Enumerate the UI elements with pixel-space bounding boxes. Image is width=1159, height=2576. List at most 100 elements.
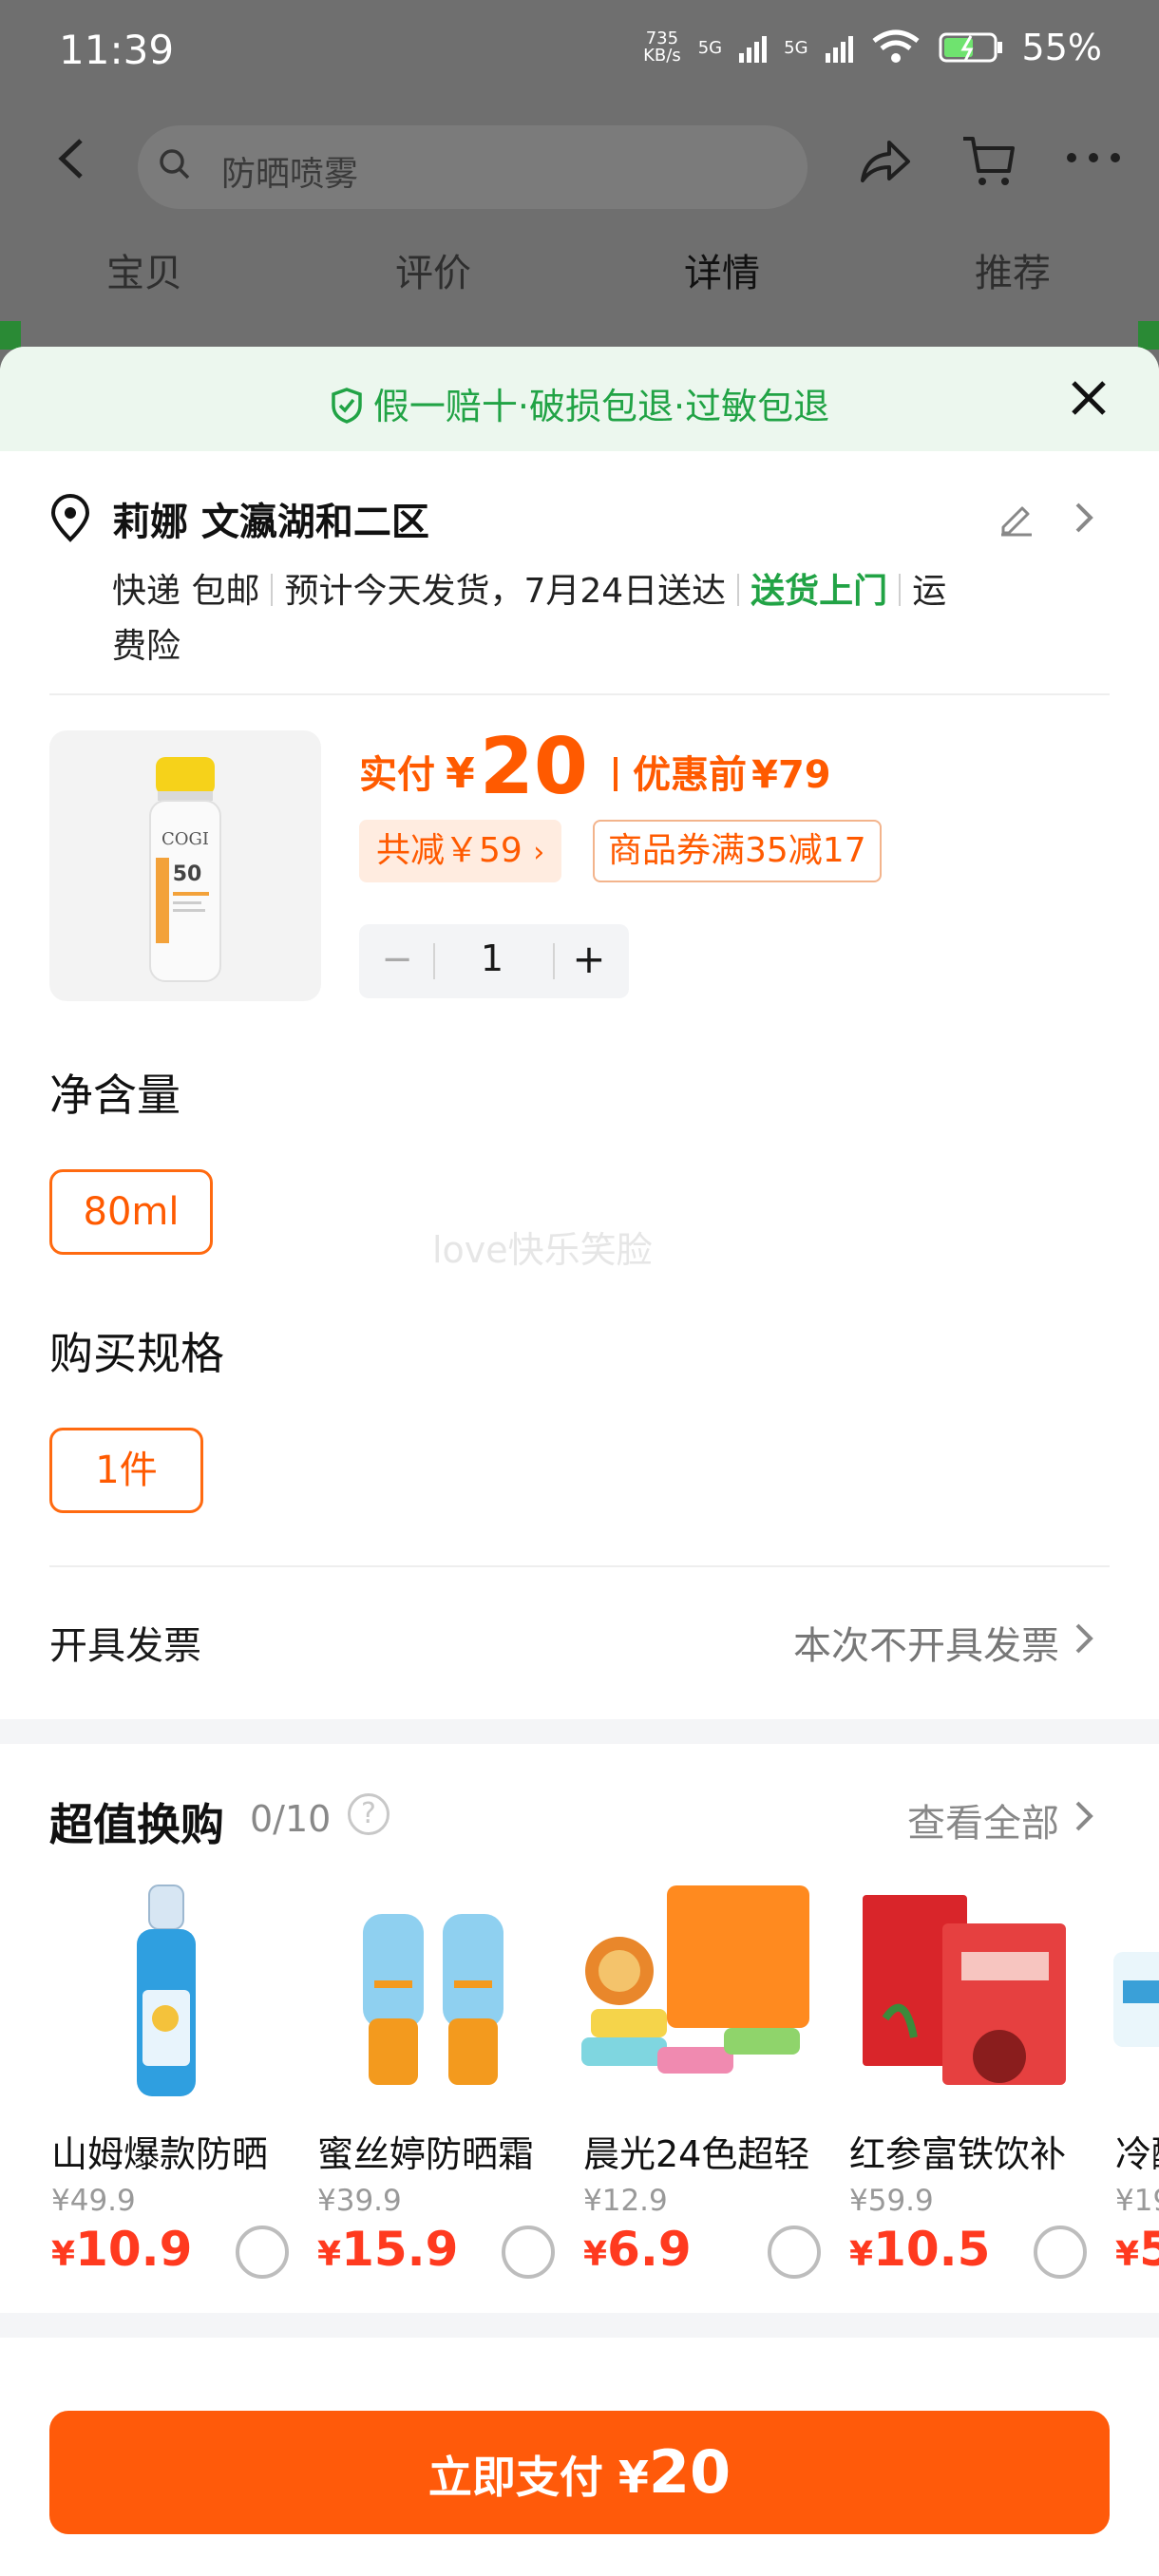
search-placeholder: 防晒喷雾 bbox=[221, 155, 359, 194]
paid-price: 20 bbox=[479, 722, 588, 812]
help-icon[interactable]: ? bbox=[348, 1793, 390, 1835]
promo-item-orig-price: ¥49.9 bbox=[51, 2184, 136, 2218]
battery-icon bbox=[939, 32, 1002, 63]
before-label: 优惠前 bbox=[633, 753, 748, 797]
close-icon[interactable] bbox=[1066, 375, 1112, 421]
before-price: ¥79 bbox=[751, 753, 831, 797]
promo-card[interactable]: 山姆爆款防晒 ¥49.9 ¥10.9 bbox=[49, 1876, 306, 2341]
product-image[interactable]: COGI 50 bbox=[49, 730, 321, 1001]
spray-bottle-image bbox=[137, 1885, 196, 2096]
cart-icon[interactable] bbox=[960, 131, 1018, 190]
toothpaste-image bbox=[1113, 1952, 1159, 2047]
back-arrow-icon[interactable] bbox=[52, 135, 90, 182]
tab-reviews[interactable]: 评价 bbox=[395, 242, 471, 297]
search-bar[interactable]: 防晒喷雾 bbox=[138, 125, 808, 209]
guarantee-banner: 假一赔十·破损包退·过敏包退 bbox=[0, 347, 1159, 451]
tab-details[interactable]: 详情 bbox=[684, 242, 760, 297]
shipping-method: 快递 包邮 bbox=[112, 572, 260, 611]
promo-card[interactable]: 晨光24色超轻 ¥12.9 ¥6.9 bbox=[581, 1876, 838, 2341]
increase-button[interactable]: + bbox=[570, 936, 608, 982]
promo-item-name: 蜜丝婷防晒霜 bbox=[317, 2133, 535, 2175]
section-gap bbox=[0, 2313, 1159, 2338]
quantity-stepper: − 1 + bbox=[359, 924, 629, 998]
promo-title: 超值换购 bbox=[49, 1799, 224, 1850]
promo-card[interactable]: 冷酸 ¥19 ¥5 bbox=[1113, 1876, 1159, 2341]
net-type-2: 5G bbox=[784, 37, 808, 58]
section-gap bbox=[0, 1719, 1159, 1744]
signal-icon bbox=[825, 32, 853, 63]
share-icon[interactable] bbox=[855, 133, 912, 190]
promo-card[interactable]: 蜜丝婷防晒霜 ¥39.9 ¥15.9 bbox=[315, 1876, 572, 2341]
promo-item-price: ¥6.9 bbox=[583, 2222, 692, 2277]
promo-item-orig-price: ¥39.9 bbox=[317, 2184, 402, 2218]
status-bar: 11:39 735 KB/s 5G 5G 55% bbox=[0, 0, 1159, 104]
guarantee-text: 假一赔十·破损包退·过敏包退 bbox=[372, 386, 830, 427]
promo-item-price: ¥15.9 bbox=[317, 2222, 459, 2277]
background-accent bbox=[0, 321, 21, 350]
address-name[interactable]: 莉娜 文瀛湖和二区 bbox=[112, 491, 429, 546]
decrease-button[interactable]: − bbox=[378, 938, 416, 981]
red-drink-box-image bbox=[863, 1895, 1066, 2085]
promo-item-name: 红参富铁饮补 bbox=[849, 2133, 1067, 2175]
watermark: love快乐笑脸 bbox=[432, 1229, 653, 1271]
invoice-value[interactable]: 本次不开具发票 bbox=[793, 1615, 1059, 1670]
select-radio[interactable] bbox=[1034, 2226, 1087, 2279]
promo-item-orig-price: ¥59.9 bbox=[849, 2184, 934, 2218]
net-type-1: 5G bbox=[697, 37, 723, 58]
wifi-icon bbox=[871, 29, 920, 63]
promo-item-price: ¥10.9 bbox=[51, 2222, 193, 2277]
sunscreen-tubes-image bbox=[363, 1914, 504, 2085]
promo-item-price: ¥5 bbox=[1115, 2222, 1159, 2277]
status-icons: 735 KB/s 5G 5G 55% bbox=[643, 27, 1102, 68]
clay-toy-image bbox=[581, 1885, 809, 2074]
promo-item-name: 晨光24色超轻 bbox=[583, 2133, 810, 2175]
tab-item[interactable]: 宝贝 bbox=[106, 242, 182, 297]
promo-item-name: 冷酸 bbox=[1115, 2133, 1159, 2175]
shipping-eta: 预计今天发货，7月24日送达 bbox=[284, 572, 727, 611]
divider bbox=[49, 1565, 1110, 1567]
chevron-right-icon[interactable] bbox=[1072, 499, 1096, 537]
promo-item-name: 山姆爆款防晒 bbox=[51, 2133, 269, 2175]
edit-icon[interactable] bbox=[996, 497, 1036, 537]
quantity-value[interactable]: 1 bbox=[435, 938, 549, 979]
paid-label: 实付 bbox=[359, 753, 435, 797]
tab-recommend[interactable]: 推荐 bbox=[975, 242, 1051, 297]
chevron-right-icon[interactable] bbox=[1072, 1619, 1096, 1657]
price-summary: 实付 ¥ 20 优惠前 ¥79 bbox=[359, 722, 831, 812]
location-pin-icon bbox=[50, 494, 90, 542]
select-radio[interactable] bbox=[768, 2226, 821, 2279]
promo-item-orig-price: ¥19 bbox=[1115, 2184, 1159, 2218]
status-time: 11:39 bbox=[59, 27, 175, 73]
shipping-insurance: 运 bbox=[912, 572, 947, 611]
svg-text:50: 50 bbox=[173, 862, 202, 886]
total-discount-badge[interactable]: 共减￥59 › bbox=[359, 820, 562, 882]
promo-card[interactable]: 红参富铁饮补 ¥59.9 ¥10.5 bbox=[847, 1876, 1104, 2341]
divider bbox=[49, 693, 1110, 695]
shield-check-icon bbox=[332, 388, 362, 424]
chevron-right-icon[interactable] bbox=[1072, 1797, 1096, 1835]
coupon-badge: 商品券满35减17 bbox=[593, 820, 882, 882]
more-icon[interactable] bbox=[1064, 148, 1123, 167]
sunscreen-bottle-image: COGI 50 bbox=[149, 757, 221, 982]
select-radio[interactable] bbox=[502, 2226, 555, 2279]
pay-now-button[interactable]: 立即支付 ¥20 bbox=[49, 2411, 1110, 2534]
invoice-label: 开具发票 bbox=[49, 1624, 201, 1668]
net-speed: 735 KB/s bbox=[643, 28, 681, 66]
paid-currency: ¥ bbox=[446, 749, 475, 798]
shipping-info: 快递 包邮 预计今天发货，7月24日送达 送货上门运 bbox=[112, 563, 1024, 613]
shipping-insurance-cont: 费险 bbox=[112, 627, 181, 666]
buy-spec-title: 购买规格 bbox=[49, 1328, 224, 1379]
background-accent bbox=[1138, 321, 1159, 350]
svg-text:COGI: COGI bbox=[162, 829, 209, 849]
page-tabs: 宝贝 评价 详情 推荐 bbox=[0, 242, 1159, 299]
view-all-link[interactable]: 查看全部 bbox=[907, 1792, 1059, 1847]
purchase-sheet: 假一赔十·破损包退·过敏包退 莉娜 文瀛湖和二区 快递 包邮 预计今天发货，7月2… bbox=[0, 347, 1159, 2576]
net-content-title: 净含量 bbox=[49, 1070, 180, 1121]
promo-item-price: ¥10.5 bbox=[849, 2222, 991, 2277]
option-1-piece[interactable]: 1件 bbox=[49, 1428, 203, 1513]
signal-icon bbox=[739, 32, 768, 63]
select-radio[interactable] bbox=[236, 2226, 289, 2279]
promo-item-orig-price: ¥12.9 bbox=[583, 2184, 668, 2218]
search-icon bbox=[160, 149, 190, 180]
option-80ml[interactable]: 80ml bbox=[49, 1169, 213, 1255]
